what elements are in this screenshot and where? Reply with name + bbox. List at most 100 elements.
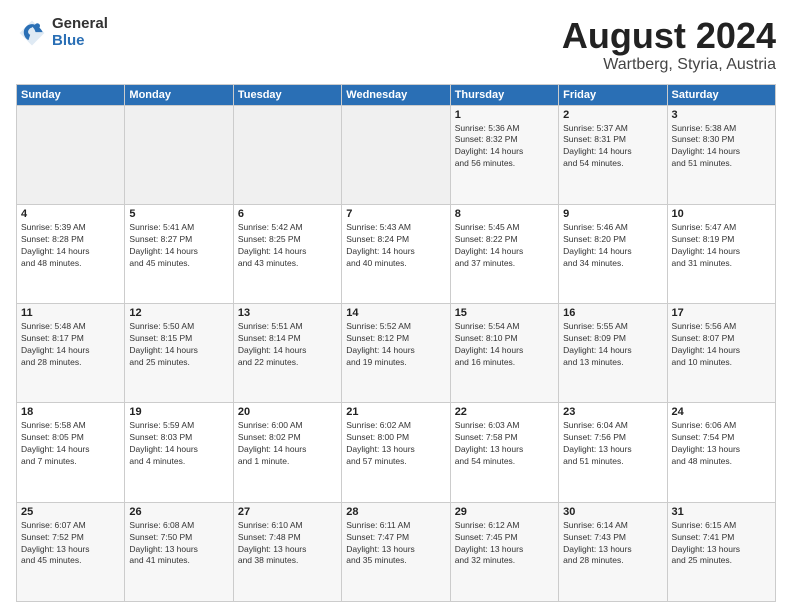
day-number: 27 bbox=[238, 506, 337, 518]
table-row: 21 Sunrise: 6:02 AM Sunset: 8:00 PM Dayli… bbox=[342, 403, 450, 502]
day-info: Sunrise: 5:36 AM Sunset: 8:32 PM Dayligh… bbox=[455, 123, 554, 171]
day-number: 25 bbox=[21, 506, 120, 518]
header-saturday: Saturday bbox=[667, 84, 775, 105]
table-row bbox=[125, 105, 233, 204]
logo-general-text: General bbox=[52, 16, 108, 33]
table-row: 9 Sunrise: 5:46 AM Sunset: 8:20 PM Daylig… bbox=[559, 204, 667, 303]
header-sunday: Sunday bbox=[17, 84, 125, 105]
day-number: 21 bbox=[346, 406, 445, 418]
table-row: 26Sunrise: 6:08 AM Sunset: 7:50 PM Dayli… bbox=[125, 502, 233, 601]
table-row: 6 Sunrise: 5:42 AM Sunset: 8:25 PM Daylig… bbox=[233, 204, 341, 303]
day-info: Sunrise: 5:52 AM Sunset: 8:12 PM Dayligh… bbox=[346, 321, 445, 369]
header-wednesday: Wednesday bbox=[342, 84, 450, 105]
day-info: Sunrise: 5:56 AM Sunset: 8:07 PM Dayligh… bbox=[672, 321, 771, 369]
day-number: 15 bbox=[455, 307, 554, 319]
day-number: 29 bbox=[455, 506, 554, 518]
day-info: Sunrise: 5:46 AM Sunset: 8:20 PM Dayligh… bbox=[563, 222, 662, 270]
calendar-week-1: 1Sunrise: 5:36 AM Sunset: 8:32 PM Daylig… bbox=[17, 105, 776, 204]
day-number: 14 bbox=[346, 307, 445, 319]
day-number: 7 bbox=[346, 208, 445, 220]
header-monday: Monday bbox=[125, 84, 233, 105]
day-info: Sunrise: 5:43 AM Sunset: 8:24 PM Dayligh… bbox=[346, 222, 445, 270]
day-info: Sunrise: 5:47 AM Sunset: 8:19 PM Dayligh… bbox=[672, 222, 771, 270]
table-row: 5 Sunrise: 5:41 AM Sunset: 8:27 PM Daylig… bbox=[125, 204, 233, 303]
table-row bbox=[342, 105, 450, 204]
table-row: 7 Sunrise: 5:43 AM Sunset: 8:24 PM Daylig… bbox=[342, 204, 450, 303]
logo-blue-text: Blue bbox=[52, 33, 108, 50]
day-info: Sunrise: 6:03 AM Sunset: 7:58 PM Dayligh… bbox=[455, 420, 554, 468]
day-info: Sunrise: 6:04 AM Sunset: 7:56 PM Dayligh… bbox=[563, 420, 662, 468]
day-info: Sunrise: 6:07 AM Sunset: 7:52 PM Dayligh… bbox=[21, 520, 120, 568]
day-info: Sunrise: 6:10 AM Sunset: 7:48 PM Dayligh… bbox=[238, 520, 337, 568]
day-number: 10 bbox=[672, 208, 771, 220]
title-block: August 2024 Wartberg, Styria, Austria bbox=[562, 16, 776, 74]
day-number: 19 bbox=[129, 406, 228, 418]
day-number: 3 bbox=[672, 109, 771, 121]
table-row: 20 Sunrise: 6:00 AM Sunset: 8:02 PM Dayli… bbox=[233, 403, 341, 502]
day-number: 9 bbox=[563, 208, 662, 220]
day-info: Sunrise: 5:59 AM Sunset: 8:03 PM Dayligh… bbox=[129, 420, 228, 468]
day-number: 22 bbox=[455, 406, 554, 418]
table-row: 19 Sunrise: 5:59 AM Sunset: 8:03 PM Dayli… bbox=[125, 403, 233, 502]
table-row: 16Sunrise: 5:55 AM Sunset: 8:09 PM Dayli… bbox=[559, 304, 667, 403]
table-row: 11Sunrise: 5:48 AM Sunset: 8:17 PM Dayli… bbox=[17, 304, 125, 403]
day-info: Sunrise: 6:11 AM Sunset: 7:47 PM Dayligh… bbox=[346, 520, 445, 568]
day-number: 31 bbox=[672, 506, 771, 518]
calendar-week-4: 18Sunrise: 5:58 AM Sunset: 8:05 PM Dayli… bbox=[17, 403, 776, 502]
table-row: 15 Sunrise: 5:54 AM Sunset: 8:10 PM Dayli… bbox=[450, 304, 558, 403]
day-number: 4 bbox=[21, 208, 120, 220]
table-row: 18Sunrise: 5:58 AM Sunset: 8:05 PM Dayli… bbox=[17, 403, 125, 502]
table-row bbox=[233, 105, 341, 204]
day-info: Sunrise: 5:38 AM Sunset: 8:30 PM Dayligh… bbox=[672, 123, 771, 171]
table-row: 31 Sunrise: 6:15 AM Sunset: 7:41 PM Dayli… bbox=[667, 502, 775, 601]
table-row: 17 Sunrise: 5:56 AM Sunset: 8:07 PM Dayli… bbox=[667, 304, 775, 403]
header: General Blue August 2024 Wartberg, Styri… bbox=[16, 16, 776, 74]
day-number: 17 bbox=[672, 307, 771, 319]
calendar-week-3: 11Sunrise: 5:48 AM Sunset: 8:17 PM Dayli… bbox=[17, 304, 776, 403]
calendar-header-row: Sunday Monday Tuesday Wednesday Thursday… bbox=[17, 84, 776, 105]
day-info: Sunrise: 5:51 AM Sunset: 8:14 PM Dayligh… bbox=[238, 321, 337, 369]
title-location: Wartberg, Styria, Austria bbox=[562, 56, 776, 74]
day-info: Sunrise: 5:58 AM Sunset: 8:05 PM Dayligh… bbox=[21, 420, 120, 468]
day-number: 16 bbox=[563, 307, 662, 319]
day-info: Sunrise: 6:12 AM Sunset: 7:45 PM Dayligh… bbox=[455, 520, 554, 568]
table-row: 25 Sunrise: 6:07 AM Sunset: 7:52 PM Dayli… bbox=[17, 502, 125, 601]
day-info: Sunrise: 6:02 AM Sunset: 8:00 PM Dayligh… bbox=[346, 420, 445, 468]
day-number: 2 bbox=[563, 109, 662, 121]
day-number: 24 bbox=[672, 406, 771, 418]
day-info: Sunrise: 5:54 AM Sunset: 8:10 PM Dayligh… bbox=[455, 321, 554, 369]
day-info: Sunrise: 6:00 AM Sunset: 8:02 PM Dayligh… bbox=[238, 420, 337, 468]
day-number: 5 bbox=[129, 208, 228, 220]
table-row: 2Sunrise: 5:37 AM Sunset: 8:31 PM Daylig… bbox=[559, 105, 667, 204]
table-row: 4 Sunrise: 5:39 AM Sunset: 8:28 PM Daylig… bbox=[17, 204, 125, 303]
table-row: 12Sunrise: 5:50 AM Sunset: 8:15 PM Dayli… bbox=[125, 304, 233, 403]
day-number: 6 bbox=[238, 208, 337, 220]
day-info: Sunrise: 6:14 AM Sunset: 7:43 PM Dayligh… bbox=[563, 520, 662, 568]
day-number: 30 bbox=[563, 506, 662, 518]
table-row: 29 Sunrise: 6:12 AM Sunset: 7:45 PM Dayli… bbox=[450, 502, 558, 601]
day-number: 20 bbox=[238, 406, 337, 418]
day-info: Sunrise: 5:41 AM Sunset: 8:27 PM Dayligh… bbox=[129, 222, 228, 270]
table-row bbox=[17, 105, 125, 204]
day-info: Sunrise: 6:15 AM Sunset: 7:41 PM Dayligh… bbox=[672, 520, 771, 568]
logo-text: General Blue bbox=[52, 16, 108, 49]
day-info: Sunrise: 5:45 AM Sunset: 8:22 PM Dayligh… bbox=[455, 222, 554, 270]
day-info: Sunrise: 5:39 AM Sunset: 8:28 PM Dayligh… bbox=[21, 222, 120, 270]
table-row: 28Sunrise: 6:11 AM Sunset: 7:47 PM Dayli… bbox=[342, 502, 450, 601]
table-row: 23Sunrise: 6:04 AM Sunset: 7:56 PM Dayli… bbox=[559, 403, 667, 502]
day-number: 12 bbox=[129, 307, 228, 319]
calendar-table: Sunday Monday Tuesday Wednesday Thursday… bbox=[16, 84, 776, 602]
logo: General Blue bbox=[16, 16, 108, 49]
day-info: Sunrise: 5:48 AM Sunset: 8:17 PM Dayligh… bbox=[21, 321, 120, 369]
page: General Blue August 2024 Wartberg, Styri… bbox=[0, 0, 792, 612]
day-number: 13 bbox=[238, 307, 337, 319]
table-row: 24 Sunrise: 6:06 AM Sunset: 7:54 PM Dayli… bbox=[667, 403, 775, 502]
calendar-week-5: 25 Sunrise: 6:07 AM Sunset: 7:52 PM Dayli… bbox=[17, 502, 776, 601]
day-info: Sunrise: 6:08 AM Sunset: 7:50 PM Dayligh… bbox=[129, 520, 228, 568]
table-row: 10 Sunrise: 5:47 AM Sunset: 8:19 PM Dayli… bbox=[667, 204, 775, 303]
day-info: Sunrise: 6:06 AM Sunset: 7:54 PM Dayligh… bbox=[672, 420, 771, 468]
day-info: Sunrise: 5:42 AM Sunset: 8:25 PM Dayligh… bbox=[238, 222, 337, 270]
table-row: 1Sunrise: 5:36 AM Sunset: 8:32 PM Daylig… bbox=[450, 105, 558, 204]
title-month: August 2024 bbox=[562, 16, 776, 56]
table-row: 30 Sunrise: 6:14 AM Sunset: 7:43 PM Dayli… bbox=[559, 502, 667, 601]
